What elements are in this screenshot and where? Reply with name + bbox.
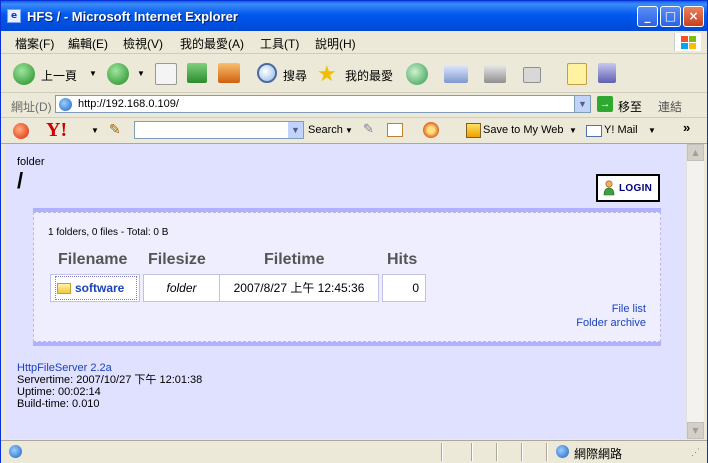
page-icon[interactable]: [387, 123, 403, 137]
highlighter-icon[interactable]: ✎: [109, 121, 121, 138]
column-hits[interactable]: Hits: [387, 251, 417, 269]
mail-icon[interactable]: [444, 65, 468, 83]
menu-favorites[interactable]: 我的最愛(A): [180, 35, 244, 52]
table-row-software-hits: 0: [382, 274, 426, 302]
column-filename[interactable]: Filename: [58, 251, 127, 269]
yahoo-search-dropdown-icon[interactable]: ▼: [288, 122, 303, 138]
yahoo-search-input[interactable]: ▼: [134, 121, 304, 139]
maximize-button[interactable]: □: [660, 6, 681, 27]
close-button[interactable]: ×: [683, 6, 704, 27]
address-label: 網址(D): [11, 100, 52, 114]
folder-path: /: [17, 168, 24, 193]
menu-bar: 檔案(F) 編輯(E) 檢視(V) 我的最愛(A) 工具(T) 說明(H): [1, 31, 707, 54]
save-to-my-web-button[interactable]: Save to My Web: [483, 124, 564, 136]
refresh-icon[interactable]: [187, 63, 207, 83]
history-icon[interactable]: [406, 63, 428, 85]
table-row-software-size: folder: [143, 274, 220, 302]
address-url[interactable]: http://192.168.0.109/: [78, 98, 179, 110]
forward-dropdown-icon[interactable]: ▼: [137, 69, 145, 78]
mail-envelope-icon[interactable]: [586, 125, 602, 137]
discuss-icon[interactable]: [567, 63, 587, 85]
user-icon: [603, 180, 615, 196]
back-label[interactable]: 上一頁: [41, 67, 77, 84]
yahoo-dropdown-icon[interactable]: ▼: [91, 126, 99, 135]
save-dropdown-icon[interactable]: ▼: [569, 126, 577, 135]
resize-grip-icon[interactable]: ⋰: [691, 447, 700, 458]
menu-help[interactable]: 說明(H): [315, 35, 356, 52]
login-button[interactable]: LOGIN: [596, 174, 660, 202]
stop-icon[interactable]: [155, 63, 177, 85]
files-panel: 1 folders, 0 files - Total: 0 B Filename…: [33, 208, 661, 346]
favorites-label[interactable]: 我的最愛: [345, 67, 393, 84]
mail-dropdown-icon[interactable]: ▼: [648, 126, 656, 135]
title-bar[interactable]: e HFS / - Microsoft Internet Explorer _ …: [1, 1, 707, 31]
menu-file[interactable]: 檔案(F): [15, 35, 54, 52]
server-link[interactable]: HttpFileServer 2.2a: [17, 362, 202, 374]
home-icon[interactable]: [218, 63, 240, 83]
yahoo-logo-icon[interactable]: Y!: [46, 119, 67, 142]
browser-window: e HFS / - Microsoft Internet Explorer _ …: [0, 0, 708, 463]
column-filetime[interactable]: Filetime: [264, 251, 324, 269]
menu-tools[interactable]: 工具(T): [260, 35, 299, 52]
target-icon[interactable]: [423, 122, 439, 138]
status-bar: 網際網路 ⋰: [1, 440, 707, 463]
folder-summary: 1 folders, 0 files - Total: 0 B: [48, 227, 169, 238]
address-bar: 網址(D) http://192.168.0.109/ ▼ → 移至 連結: [1, 93, 707, 118]
scroll-down-icon[interactable]: ▼: [687, 422, 704, 439]
links-button[interactable]: 連結: [658, 98, 682, 115]
print-icon[interactable]: [484, 65, 506, 83]
back-dropdown-icon[interactable]: ▼: [89, 69, 97, 78]
back-icon[interactable]: [13, 63, 35, 85]
yahoo-search-button[interactable]: Search: [308, 124, 343, 136]
favorites-icon[interactable]: ★: [317, 61, 337, 87]
zone-label: 網際網路: [574, 447, 623, 461]
table-row-software-name[interactable]: software: [50, 274, 140, 302]
forward-icon[interactable]: [107, 63, 129, 85]
minimize-button[interactable]: _: [637, 6, 658, 27]
server-time: Servertime: 2007/10/27 下午 12:01:38: [17, 374, 203, 386]
menu-edit[interactable]: 編輯(E): [68, 35, 108, 52]
yahoo-toolbar: Y! ▼ ✎ ▼ Search ▼ ✎ Save to My Web ▼ Y! …: [1, 118, 707, 144]
go-button[interactable]: 移至: [618, 98, 642, 115]
research-icon[interactable]: [598, 63, 616, 83]
save-to-web-icon[interactable]: [466, 123, 481, 138]
yahoo-search-dropdown-arrow-icon[interactable]: ▼: [345, 126, 353, 135]
pencil-icon[interactable]: ✎: [363, 121, 374, 137]
search-icon[interactable]: [257, 63, 277, 83]
standard-toolbar: 上一頁 ▼ ▼ 搜尋 ★ 我的最愛: [1, 54, 707, 93]
column-filesize[interactable]: Filesize: [148, 251, 206, 269]
scroll-up-icon[interactable]: ▲: [687, 144, 704, 161]
menu-view[interactable]: 檢視(V): [123, 35, 163, 52]
window-title: HFS / - Microsoft Internet Explorer: [27, 9, 238, 24]
search-label[interactable]: 搜尋: [283, 67, 307, 84]
app-icon: e: [7, 9, 21, 23]
internet-zone-icon: [556, 445, 569, 458]
yahoo-mail-button[interactable]: Y! Mail: [604, 124, 638, 136]
go-arrow-icon[interactable]: →: [597, 96, 613, 112]
windows-logo-icon: [674, 33, 701, 51]
uptime: Uptime: 00:02:14: [17, 386, 101, 398]
address-dropdown-icon[interactable]: ▼: [574, 96, 590, 112]
folder-archive-link[interactable]: Folder archive: [576, 316, 646, 330]
vertical-scrollbar[interactable]: ▲ ▼: [686, 144, 704, 439]
yahoo-menu-icon[interactable]: [13, 123, 29, 139]
login-label[interactable]: LOGIN: [619, 183, 652, 194]
file-list-link[interactable]: File list: [576, 302, 646, 316]
folder-icon: [57, 283, 71, 294]
page-icon: [59, 98, 72, 111]
folder-label: folder: [17, 156, 45, 168]
page-content: folder / LOGIN 1 folders, 0 files - Tota…: [5, 144, 686, 439]
file-link-software[interactable]: software: [75, 275, 124, 301]
build-time: Build-time: 0.010: [17, 398, 100, 410]
table-row-software-time: 2007/8/27 上午 12:45:36: [219, 274, 379, 302]
page-done-icon: [9, 445, 22, 458]
address-input[interactable]: http://192.168.0.109/ ▼: [55, 95, 591, 113]
edit-icon[interactable]: [523, 67, 541, 83]
more-chevron-icon[interactable]: »: [683, 120, 690, 135]
